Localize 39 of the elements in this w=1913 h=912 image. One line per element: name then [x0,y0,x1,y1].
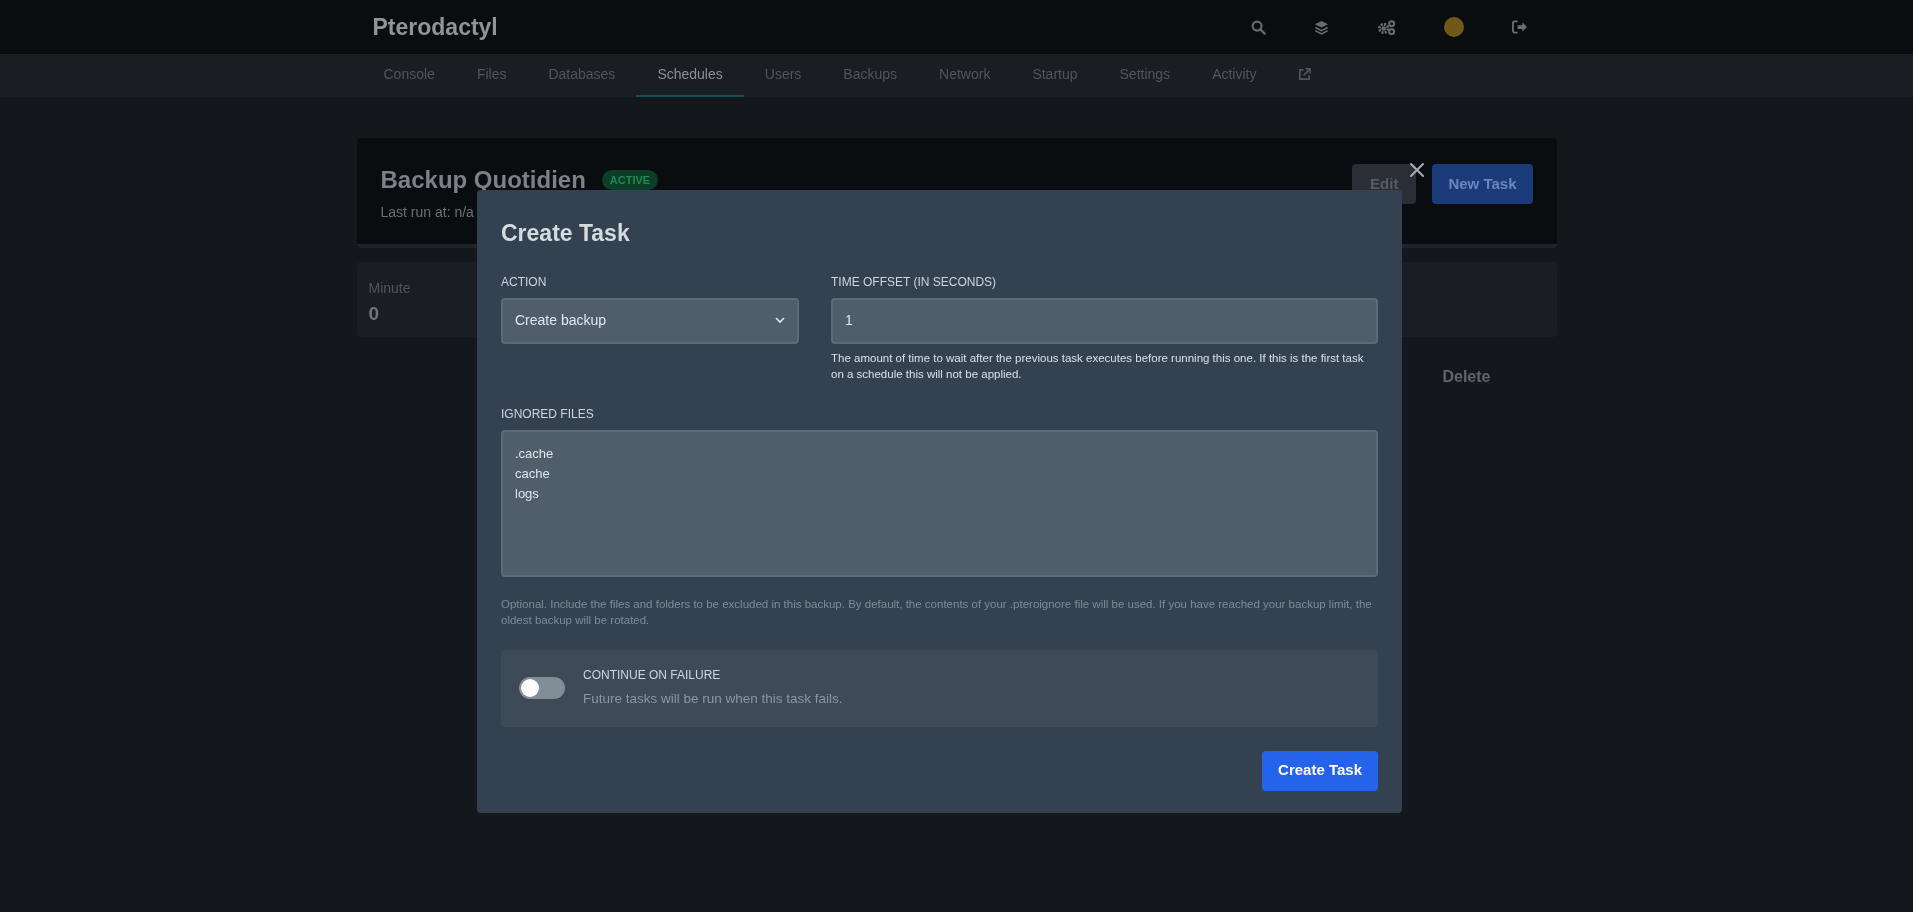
nav-tab[interactable]: Network [918,54,1012,97]
app-logo[interactable]: Pterodactyl [372,9,498,45]
nav-tab[interactable]: Users [743,54,823,97]
nav-tab[interactable]: Schedules [636,54,744,97]
nav-tab[interactable]: Backups [822,54,919,97]
nav-tab[interactable]: Settings [1098,54,1192,97]
toggle-switch[interactable] [519,677,565,699]
option-description: Future tasks will be run when this task fails. [583,690,843,709]
cron-label: Minute [368,280,411,296]
external-link-icon[interactable] [1298,68,1312,81]
field-label: TIME OFFSET (IN SECONDS) [831,273,998,291]
dialog-title: Create Task [501,219,631,248]
new-task-button[interactable]: New Task [1432,164,1533,204]
layers-icon[interactable] [1313,19,1329,35]
last-run-text: Last run at: n/a [380,203,475,222]
field-label: IGNORED FILES [501,405,595,423]
status-badge: ACTIVE [601,169,659,191]
chevron-down-icon [775,317,785,324]
nav-tab[interactable]: Console [362,54,456,97]
gears-icon[interactable] [1376,19,1396,35]
logout-icon[interactable] [1511,20,1527,34]
help-text: The amount of time to wait after the previous task executes before running this one. If this is the first task on a schedule this will not be applied. [831,350,1365,382]
avatar-icon[interactable] [1443,17,1464,37]
time-offset-input[interactable]: 1 [831,297,1378,344]
nav-tab[interactable]: Activity [1191,54,1278,97]
nav-tab[interactable]: Files [455,54,528,97]
nav-tab[interactable]: Startup [1011,54,1099,97]
ignored-files-textarea[interactable]: .cache cache logs [501,429,1378,577]
action-select[interactable]: Create backup [501,297,799,344]
search-icon[interactable] [1250,19,1266,35]
cron-value: 0 [368,303,380,324]
close-icon[interactable] [1407,160,1427,180]
delete-button[interactable]: Delete [1442,365,1491,389]
option-label: CONTINUE ON FAILURE [583,667,722,685]
nav-tab[interactable]: Databases [527,54,637,97]
schedule-title: Backup Quotidien [380,165,586,195]
create-task-button[interactable]: Create Task [1262,750,1378,791]
field-label: ACTION [501,273,548,291]
help-text: Optional. Include the files and folders to be excluded in this backup. By default, the contents of your .pteroignore file will be used. If you have reached your backup limit, the oldest backup will be rotated. [501,596,1373,628]
